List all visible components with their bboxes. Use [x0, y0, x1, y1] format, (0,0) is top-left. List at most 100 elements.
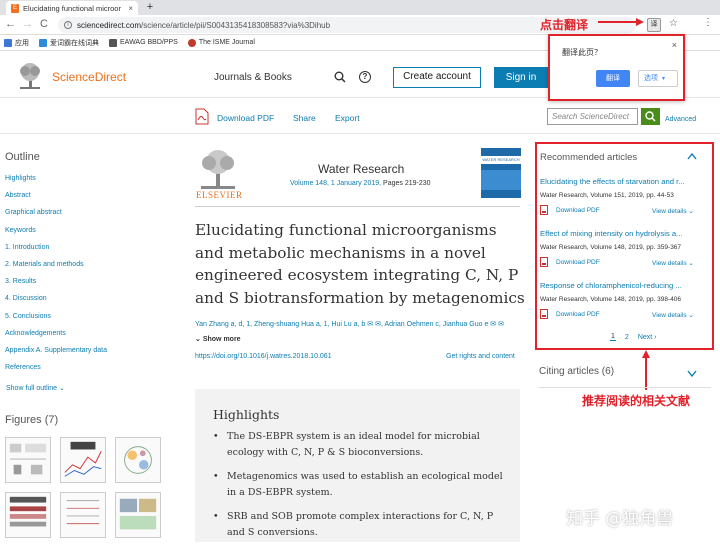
cover-art [481, 170, 521, 190]
recommended-download-pdf[interactable]: Download PDF [540, 257, 600, 267]
annotation-arrow-up-icon [642, 350, 650, 390]
bookmark-label: 爱词霸在线词典 [50, 39, 99, 47]
author-list[interactable]: Yan Zhang a, d, 1, Zheng-shuang Hua a, 1… [195, 320, 525, 328]
recommended-download-pdf[interactable]: Download PDF [540, 309, 600, 319]
outline-item-discussion[interactable]: 4. Discussion [5, 290, 107, 307]
figure-thumbnail[interactable] [115, 492, 161, 538]
outline-item-introduction[interactable]: 1. Introduction [5, 239, 107, 256]
outline-item-graphical-abstract[interactable]: Graphical abstract [5, 204, 107, 221]
chevron-down-icon: ⌄ [195, 336, 201, 343]
journal-cover-image[interactable]: WATER RESEARCH [481, 148, 521, 198]
url-text: sciencedirect.com/science/article/pii/S0… [77, 21, 330, 30]
highlight-item: SRB and SOB promote complex interactions… [213, 509, 513, 540]
browser-tab-bar: E Elucidating functional microor × + [0, 0, 720, 15]
page-2-link[interactable]: 2 [625, 334, 629, 341]
create-account-button[interactable]: Create account [393, 67, 481, 88]
next-page-link[interactable]: Next › [638, 334, 657, 341]
citing-articles-title[interactable]: Citing articles (6) [539, 366, 614, 377]
outline-item-acknowledgements[interactable]: Acknowledgements [5, 325, 107, 342]
elsevier-tree-logo-icon[interactable] [16, 62, 44, 90]
annotation-arrow-icon [598, 18, 644, 26]
download-pdf-link[interactable]: Download PDF [217, 113, 274, 123]
recommended-title-link[interactable]: Elucidating the effects of starvation an… [540, 177, 710, 186]
journal-name-link[interactable]: Water Research [318, 162, 404, 176]
figure-thumbnail[interactable] [115, 437, 161, 483]
apps-grid-icon [4, 38, 12, 47]
info-icon[interactable]: i [64, 21, 72, 29]
cover-title: WATER RESEARCH [481, 156, 521, 164]
highlight-item: The DS-EBPR system is an ideal model for… [213, 429, 513, 460]
bookmark-star-icon[interactable]: ☆ [669, 18, 678, 29]
rights-link[interactable]: Get rights and content [446, 353, 515, 360]
journals-books-link[interactable]: Journals & Books [214, 72, 292, 83]
figure-thumbnail[interactable] [5, 492, 51, 538]
watermark: 知乎 @独角兽 [566, 509, 674, 529]
view-details-link[interactable]: View details ⌄ [652, 311, 694, 319]
highlights-list: The DS-EBPR system is an ideal model for… [213, 429, 513, 549]
translate-popup: 翻译此页？ × 翻译 选项 ▾ [548, 34, 685, 101]
bookmark-eawag[interactable]: EAWAG BBD/PPS [109, 38, 178, 47]
sciencedirect-logo[interactable]: ScienceDirect [52, 70, 126, 84]
search-submit-button[interactable] [641, 108, 660, 125]
annotation-recommended: 推荐阅读的相关文献 [582, 394, 691, 408]
outline-item-results[interactable]: 3. Results [5, 273, 107, 290]
search-icon[interactable] [334, 71, 346, 83]
outline-item-materials[interactable]: 2. Materials and methods [5, 256, 107, 273]
next-label: Next [637, 333, 653, 341]
figure-thumbnail[interactable] [60, 492, 106, 538]
recommended-title-link[interactable]: Response of chloramphenicol-reducing ... [540, 281, 710, 290]
pdf-icon[interactable] [195, 108, 209, 125]
page-1-link[interactable]: 1 [610, 333, 616, 341]
recommended-item: Elucidating the effects of starvation an… [540, 177, 710, 219]
reload-icon[interactable]: C [40, 18, 48, 31]
outline-item-conclusions[interactable]: 5. Conclusions [5, 308, 107, 325]
divider [195, 206, 520, 207]
outline-item-highlights[interactable]: Highlights [5, 170, 107, 187]
tab-close-icon[interactable]: × [128, 4, 133, 13]
volume-link[interactable]: Volume 148, 1 January 2019, [290, 180, 381, 187]
highlights-section: Highlights The DS-EBPR system is an idea… [195, 389, 520, 542]
recommended-meta: Water Research, Volume 148, 2019, pp. 39… [540, 296, 682, 303]
recommended-title-link[interactable]: Effect of mixing intensity on hydrolysis… [540, 229, 710, 238]
show-more-label: Show more [202, 336, 241, 343]
back-icon[interactable]: ← [5, 18, 16, 31]
bookmark-isme[interactable]: The ISME Journal [187, 38, 255, 47]
show-more-button[interactable]: ⌄ Show more [195, 335, 241, 343]
advanced-search-link[interactable]: Advanced [665, 116, 696, 123]
elsevier-tree-logo-icon[interactable] [195, 148, 241, 190]
chevron-down-icon[interactable] [687, 370, 697, 377]
isme-icon [187, 38, 196, 47]
share-link[interactable]: Share [293, 113, 316, 123]
search-input[interactable]: Search ScienceDirect [547, 108, 638, 125]
outline-item-appendix[interactable]: Appendix A. Supplementary data [5, 342, 107, 359]
view-details-link[interactable]: View details ⌄ [652, 207, 694, 215]
help-icon[interactable]: ? [359, 71, 371, 83]
recommended-download-pdf[interactable]: Download PDF [540, 205, 600, 215]
outline-item-abstract[interactable]: Abstract [5, 187, 107, 204]
export-link[interactable]: Export [335, 113, 360, 123]
figure-thumbnail[interactable] [5, 437, 51, 483]
outline-item-references[interactable]: References [5, 359, 107, 376]
translate-button[interactable]: 翻译 [596, 70, 630, 87]
url-path: /science/article/pii/S0043135418308583?v… [141, 20, 331, 30]
close-icon[interactable]: × [672, 40, 677, 50]
figure-thumbnail[interactable] [60, 437, 106, 483]
forward-icon[interactable]: → [22, 18, 33, 31]
show-full-outline-link[interactable]: Show full outline ⌄ [6, 384, 65, 392]
bookmark-label: 应用 [15, 39, 29, 47]
translate-icon[interactable]: 译 [647, 18, 661, 32]
view-details-link[interactable]: View details ⌄ [652, 259, 694, 267]
bookmark-apps[interactable]: 应用 [4, 38, 29, 48]
chevron-up-icon[interactable] [687, 152, 697, 160]
browser-menu-icon[interactable]: ⋮ [703, 17, 713, 28]
tab-title: Elucidating functional microor [23, 3, 121, 13]
outline-item-keywords[interactable]: Keywords [5, 222, 107, 239]
bookmark-iciba[interactable]: 爱词霸在线词典 [39, 38, 99, 48]
new-tab-button[interactable]: + [144, 2, 156, 13]
show-full-outline-label: Show full outline [6, 385, 57, 392]
doi-link[interactable]: https://doi.org/10.1016/j.watres.2018.10… [195, 353, 332, 360]
translate-options-button[interactable]: 选项 ▾ [638, 70, 678, 87]
browser-tab[interactable]: E Elucidating functional microor × [6, 1, 138, 15]
sign-in-button[interactable]: Sign in [494, 67, 548, 88]
outline-title: Outline [5, 151, 40, 163]
